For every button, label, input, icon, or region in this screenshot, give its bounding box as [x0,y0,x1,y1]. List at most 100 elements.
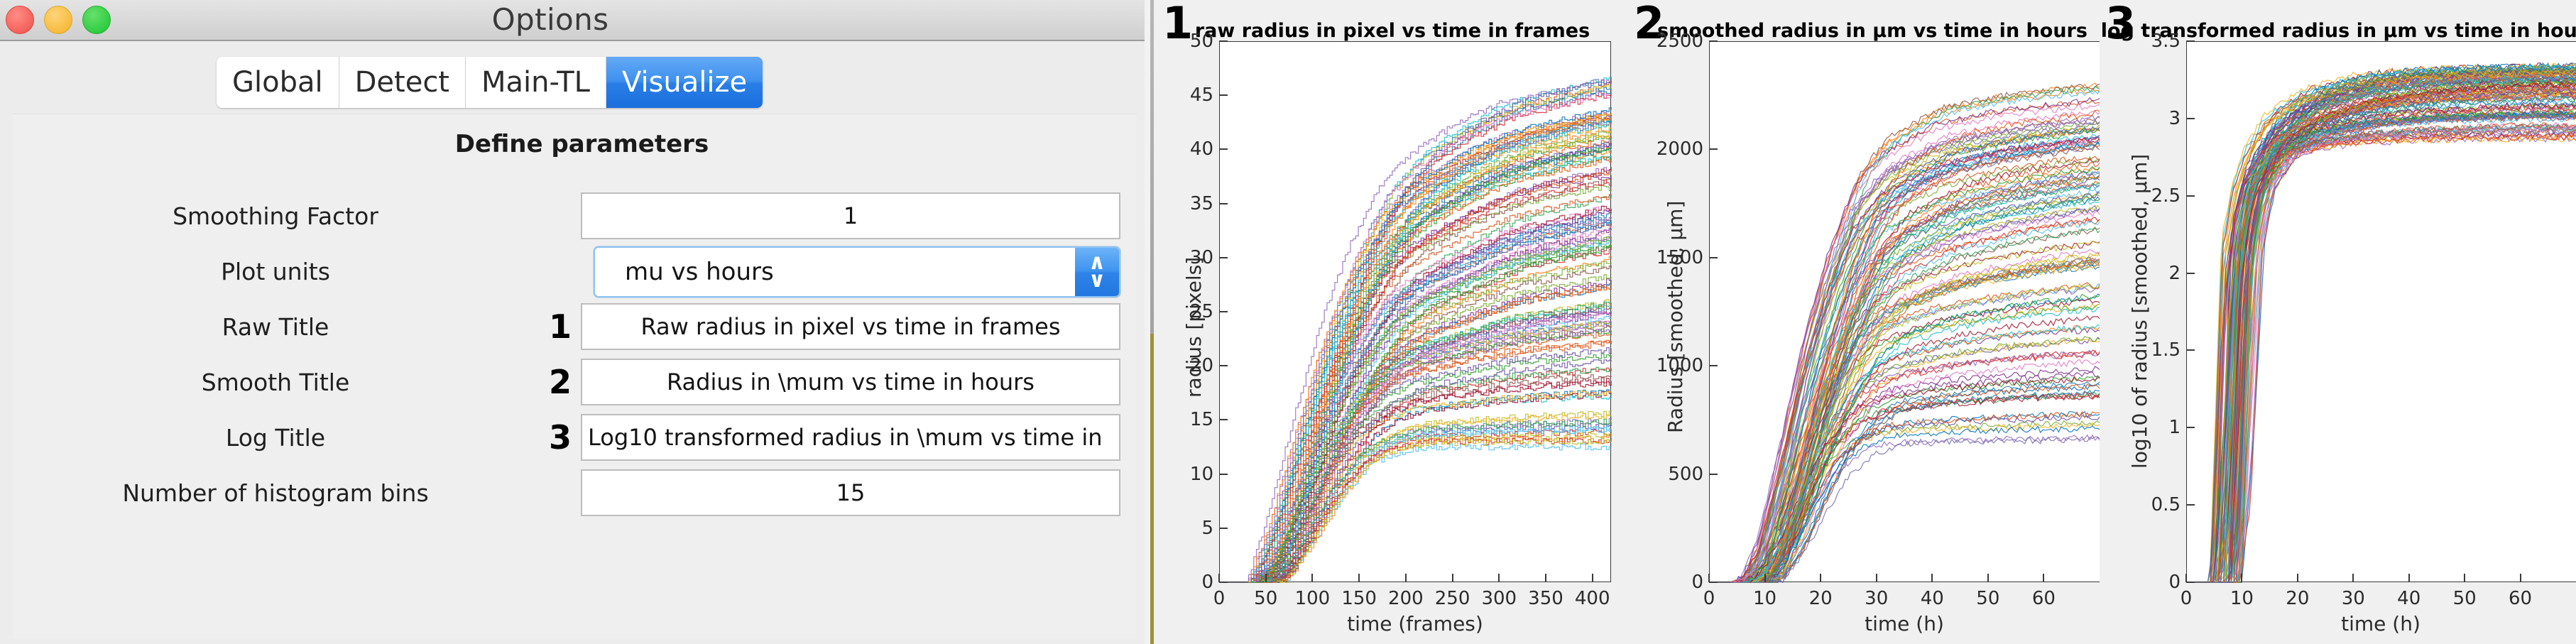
input-smooth-title[interactable]: Radius in \mum vs time in hours [581,359,1120,405]
tab-global[interactable]: Global [217,57,339,108]
figure-3-xtick-label: 30 [2341,588,2365,609]
figure-2-ytick-label: 2500 [1656,31,1703,52]
figure-1-axes[interactable] [1219,41,1612,583]
figure-raw-radius: 1 raw radius in pixel vs time in frames … [1154,0,1631,644]
row-histogram-bins: Number of histogram bins 15 [13,468,1137,518]
row-smoothing-factor: Smoothing Factor 1 [13,191,1137,241]
figure-1-ytick-mark [1219,527,1228,529]
row-raw-title: Raw Title 1 Raw radius in pixel vs time … [13,302,1137,351]
figure-1-xtick-mark [1451,574,1453,582]
tab-main-tl[interactable]: Main-TL [466,57,606,108]
figure-1-ytick-mark [1219,148,1228,151]
figure-1-xtick-mark [1358,574,1360,582]
figure-3-xtick-mark [2464,574,2466,582]
label-raw-title: Raw Title [222,312,329,341]
figure-2-xtick-label: 30 [1865,588,1889,609]
tab-visualize-label: Visualize [621,66,748,99]
window-title-text: Options [491,1,609,37]
figure-3-xlabel: time (h) [2341,612,2421,635]
figure-2-ytick-mark [1709,256,1718,258]
figure-1-ytick-mark [1219,311,1228,312]
input-raw-title[interactable]: Raw radius in pixel vs time in frames [581,303,1120,350]
figure-2-xtick-label: 40 [1920,588,1944,609]
figure-3-ytick-mark [2186,40,2195,42]
chevron-down-icon: ∨ [1088,268,1106,293]
figure-3-ytick-label: 0 [2168,572,2181,593]
figure-2-xtick-label: 10 [1753,588,1777,609]
input-histogram-bins[interactable]: 15 [581,469,1120,516]
input-smoothing-factor[interactable]: 1 [581,192,1120,239]
figure-3-ytick-mark [2186,272,2195,274]
window-title: Options [0,0,1150,41]
figure-2-ytick-mark [1709,148,1718,151]
screen: Options Global Detect Main-TL Visualize … [0,0,2576,644]
figure-2-axes[interactable] [1709,41,2100,583]
figure-3-xtick-label: 20 [2286,588,2310,609]
figure-1-xtick-mark [1591,574,1593,582]
tab-global-label: Global [232,66,323,99]
figure-3-ytick-mark [2186,582,2195,583]
figure-2-ytick-mark [1709,582,1718,583]
figure-3-ytick-mark [2186,427,2195,429]
figure-3-xtick-label: 0 [2180,588,2193,609]
figure-2-traces [1710,82,2100,583]
chevron-updown-icon[interactable]: ∧ ∨ [1075,248,1119,296]
figure-2-ytick-label: 0 [1691,572,1703,593]
figure-1-xtick-mark [1498,574,1500,582]
figure-2-ytick-label: 2000 [1656,138,1703,160]
figure-1-xtick-mark [1218,574,1220,582]
figure-3-xtick-mark [2241,574,2243,582]
figure-1-xtick-label: 350 [1528,588,1563,609]
figure-1-ytick-label: 45 [1189,84,1213,107]
figure-3-ytick-mark [2186,117,2195,119]
figure-3-ytick-mark [2186,195,2195,197]
figure-3-xtick-mark [2519,574,2521,582]
figure-3-xtick-label: 40 [2397,588,2421,609]
figure-2-xtick-label: 20 [1808,588,1833,609]
figure-1-ytick-label: 35 [1189,192,1213,214]
figure-2-xtick-label: 0 [1703,588,1715,609]
figure-3-traces [2187,62,2576,583]
figure-2-xtick-label: 50 [1976,588,2000,609]
figure-1-ytick-mark [1219,40,1228,42]
window-titlebar: Options [0,0,1150,41]
tab-visualize[interactable]: Visualize [606,57,763,108]
figure-2-xtick-mark [1875,574,1877,582]
figure-3-ylabel: log10 of radius [smoothed, μm] [2128,153,2151,469]
figure-1-ytick-label: 50 [1189,31,1213,52]
figure-3-ytick-label: 3.5 [2151,31,2181,52]
figure-3-axes[interactable] [2186,41,2576,583]
tab-main-tl-label: Main-TL [481,66,590,99]
visualize-panel: Define parameters Smoothing Factor 1 Plo… [13,114,1137,639]
figure-3-xtick-label: 60 [2509,588,2533,609]
figure-2-title: smoothed radius in μm vs time in hours [1657,20,2087,42]
figure-2-xtick-mark [1764,574,1766,582]
label-smoothing-factor: Smoothing Factor [173,202,378,230]
figure-3-xtick-mark [2408,574,2410,582]
figure-3-xtick-mark [2352,574,2354,582]
figure-1-xtick-label: 400 [1574,588,1610,609]
tab-detect[interactable]: Detect [339,57,466,108]
label-log-title: Log Title [225,423,326,452]
tab-bar: Global Detect Main-TL Visualize [217,57,763,108]
figure-1-xtick-mark [1311,574,1314,582]
figure-2-ytick-mark [1709,473,1718,475]
figure-1-xtick-mark [1404,574,1407,582]
figure-1-xtick-label: 200 [1388,588,1424,609]
figure-1-traces [1220,77,1612,583]
figure-3-xtick-mark [2296,574,2298,582]
figure-1-ytick-mark [1219,365,1228,367]
annotation-marker-3: 3 [548,418,572,457]
options-dialog-window: Options Global Detect Main-TL Visualize … [0,0,1150,644]
figure-1-xtick-label: 300 [1481,588,1517,609]
figure-1-xtick-mark [1545,574,1546,582]
dropdown-plot-units[interactable]: mu vs hours ∧ ∨ [594,246,1120,298]
figure-1-xtick-mark [1265,574,1267,582]
input-log-title[interactable]: Log10 transformed radius in \mum vs time… [581,414,1120,461]
row-smooth-title: Smooth Title 2 Radius in \mum vs time in… [13,357,1137,407]
panel-heading: Define parameters [454,130,709,158]
figure-3-ytick-label: 0.5 [2151,494,2181,516]
figure-1-ytick-mark [1219,94,1228,97]
figure-1-xlabel: time (frames) [1347,612,1483,635]
figure-2-xlabel: time (h) [1865,612,1944,635]
